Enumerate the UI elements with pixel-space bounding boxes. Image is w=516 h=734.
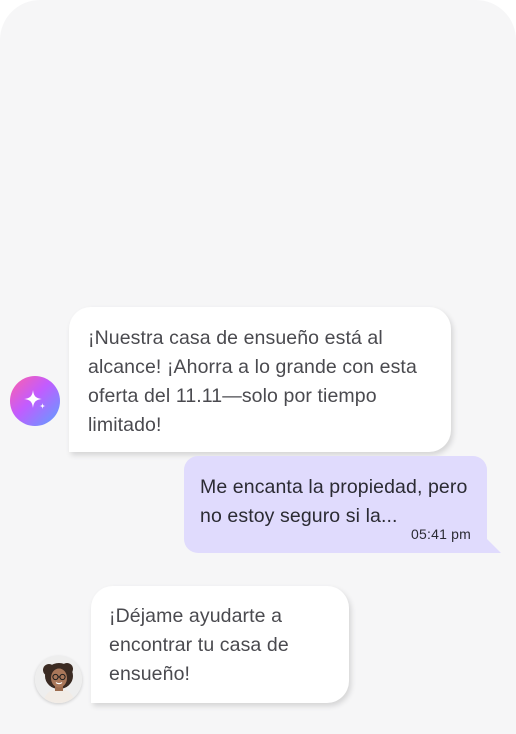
agent-message-bubble: ¡Déjame ayudarte a encontrar tu casa de … [91, 586, 349, 703]
agent-avatar[interactable] [35, 656, 82, 703]
sparkle-icon [24, 390, 46, 409]
ai-assistant-avatar [10, 376, 60, 426]
bubble-tail [485, 537, 501, 553]
chat-screen: ¡Nuestra casa de ensueño está al alcance… [0, 0, 516, 734]
agent-message-text: ¡Déjame ayudarte a encontrar tu casa de … [109, 605, 289, 685]
ai-message-bubble: ¡Nuestra casa de ensueño está al alcance… [69, 307, 451, 452]
message-timestamp: 05:41 pm [411, 526, 471, 542]
person-photo [35, 656, 82, 703]
user-message-bubble[interactable]: Me encanta la propiedad, pero no estoy s… [184, 456, 501, 553]
ai-message-text: ¡Nuestra casa de ensueño está al alcance… [88, 327, 417, 436]
user-message-text: Me encanta la propiedad, pero no estoy s… [200, 476, 468, 527]
